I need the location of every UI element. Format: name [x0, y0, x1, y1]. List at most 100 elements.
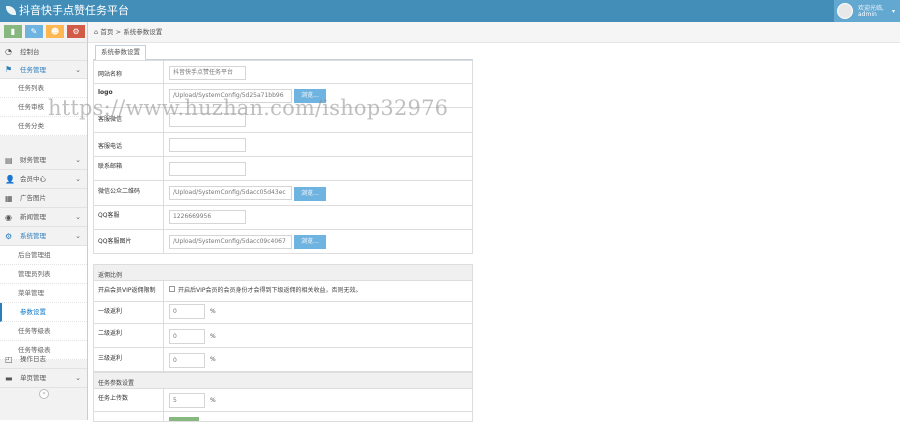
- home-icon: ⌂: [94, 28, 99, 36]
- phone-input[interactable]: [169, 138, 246, 152]
- sidebar-subitem-label: 任务列表: [18, 84, 44, 92]
- level3-input[interactable]: 0: [169, 353, 205, 368]
- sidebar-shortcuts: ▮ ✎ ☻ ⚙: [0, 22, 87, 43]
- sidebar: ▮ ✎ ☻ ⚙ ◔ 控制台 ⚑ 任务管理 ⌄ 任务列表 任务审核 任务分类 ▤ …: [0, 22, 88, 420]
- level1-input[interactable]: 0: [169, 304, 205, 319]
- sidebar-item-pages[interactable]: ▬ 单页管理 ⌄: [0, 369, 87, 388]
- picture-icon: ▦: [5, 194, 13, 203]
- sidebar-subitem-label: 菜单管理: [18, 289, 44, 297]
- row-next: [93, 412, 473, 422]
- sidebar-subitem-admin-groups[interactable]: 后台管理组: [0, 246, 87, 265]
- qq-image-path-input[interactable]: /Upload/SystemConfig/5dacc09c4067: [169, 235, 292, 249]
- sidebar-subitem-menus[interactable]: 菜单管理: [0, 284, 87, 303]
- level2-label: 二级返利: [98, 330, 123, 337]
- section-task-settings: 任务参数设置: [93, 372, 473, 389]
- dashboard-icon: ◔: [5, 47, 12, 56]
- row-task-limit: 任务上传数 5 %: [93, 389, 473, 412]
- chevron-down-icon: ⌄: [75, 232, 81, 240]
- sidebar-subitem-label: 任务等级表: [18, 327, 51, 335]
- level2-unit: %: [210, 333, 216, 340]
- sidebar-item-label: 操作日志: [20, 355, 46, 363]
- chevron-down-icon: ⌄: [75, 156, 81, 164]
- sidebar-item-system[interactable]: ⚙ 系统管理 ⌄: [0, 227, 87, 246]
- breadcrumb: ⌂ 首页 > 系统参数设置: [88, 22, 900, 43]
- sidebar-item-finance[interactable]: ▤ 财务管理 ⌄: [0, 151, 87, 170]
- cogs-icon: ⚙: [5, 232, 13, 241]
- sidebar-item-banners[interactable]: ▦ 广告图片: [0, 189, 87, 208]
- tab-system-settings[interactable]: 系统参数设置: [95, 45, 146, 61]
- task-limit-unit: %: [210, 397, 216, 404]
- chart-icon[interactable]: ▮: [4, 25, 22, 38]
- sidebar-item-label: 广告图片: [20, 194, 46, 202]
- vip-rebate-checkbox[interactable]: [169, 286, 175, 292]
- cog-icon[interactable]: ⚙: [67, 25, 85, 38]
- qq-input[interactable]: 1226669956: [169, 210, 246, 224]
- level2-input[interactable]: 0: [169, 329, 205, 344]
- watermark: https://www.huzhan.com/ishop32976: [48, 96, 449, 120]
- level1-label: 一级返利: [98, 308, 123, 315]
- row-level2: 二级返利 0 %: [93, 324, 473, 348]
- pencil-icon[interactable]: ✎: [25, 25, 43, 38]
- top-navbar: 抖音快手点赞任务平台 欢迎光临, admin ▾: [0, 0, 900, 22]
- user-icon: 👤: [5, 175, 15, 184]
- users-icon[interactable]: ☻: [46, 25, 64, 38]
- app-title: 抖音快手点赞任务平台: [19, 4, 129, 17]
- task-limit-input[interactable]: 5: [169, 393, 205, 408]
- task-limit-label: 任务上传数: [98, 395, 129, 402]
- row-wechat-qr: 微信公众二维码 /Upload/SystemConfig/5dacc05d43e…: [93, 181, 473, 206]
- wechat-qr-label: 微信公众二维码: [98, 188, 141, 195]
- tab-bar: 系统参数设置: [93, 43, 473, 61]
- chevron-down-icon: ⌄: [75, 66, 81, 74]
- user-menu[interactable]: 欢迎光临, admin ▾: [834, 0, 900, 22]
- sidebar-item-news[interactable]: ◉ 新闻管理 ⌄: [0, 208, 87, 227]
- bookmark-icon: ◰: [5, 355, 13, 364]
- sidebar-item-dashboard[interactable]: ◔ 控制台: [0, 43, 87, 61]
- sidebar-collapse-button[interactable]: «: [39, 389, 49, 399]
- email-label: 联系邮箱: [98, 163, 123, 170]
- level3-label: 三级返利: [98, 355, 123, 362]
- sidebar-item-logs[interactable]: ◰ 操作日志: [0, 350, 87, 369]
- email-input[interactable]: [169, 162, 246, 176]
- sidebar-item-label: 任务管理: [20, 66, 46, 74]
- sidebar-item-label: 财务管理: [20, 156, 46, 164]
- sidebar-subitem-label: 参数设置: [20, 308, 46, 316]
- sidebar-item-label: 系统管理: [20, 232, 46, 240]
- level3-unit: %: [210, 356, 216, 363]
- phone-label: 客服电话: [98, 143, 123, 150]
- sidebar-subitem-label: 任务审核: [18, 103, 44, 111]
- finance-icon: ▤: [5, 156, 13, 165]
- section-rebate: 返佣比例: [93, 264, 473, 281]
- row-qq-image: QQ客服图片 /Upload/SystemConfig/5dacc09c4067…: [93, 230, 473, 254]
- sidebar-item-members[interactable]: 👤 会员中心 ⌄: [0, 170, 87, 189]
- sidebar-item-label: 单页管理: [20, 374, 46, 382]
- book-icon: ▬: [5, 374, 13, 383]
- qq-label: QQ客服: [98, 212, 120, 219]
- sidebar-subitem-settings[interactable]: 参数设置: [0, 303, 87, 322]
- sidebar-item-tasks[interactable]: ⚑ 任务管理 ⌄: [0, 61, 87, 79]
- sidebar-item-label: 控制台: [20, 48, 40, 56]
- row-level1: 一级返利 0 %: [93, 302, 473, 324]
- breadcrumb-home-link[interactable]: 首页: [100, 28, 113, 36]
- sidebar-subitem-label: 管理员列表: [18, 270, 51, 278]
- user-name: admin: [858, 11, 877, 18]
- row-phone: 客服电话: [93, 133, 473, 157]
- site-name-input[interactable]: 抖音快手点赞任务平台: [169, 66, 246, 80]
- sidebar-subitem-label: 任务分类: [18, 122, 44, 130]
- breadcrumb-current: 系统参数设置: [123, 28, 163, 36]
- chevron-down-icon: ⌄: [75, 374, 81, 382]
- sidebar-subitem-admins[interactable]: 管理员列表: [0, 265, 87, 284]
- row-site-name: 网站名称 抖音快手点赞任务平台: [93, 60, 473, 84]
- sidebar-subitem-task-levels[interactable]: 任务等级表: [0, 322, 87, 341]
- logo-label: logo: [98, 89, 113, 96]
- qq-image-browse-button[interactable]: 浏览...: [294, 235, 326, 249]
- wechat-qr-browse-button[interactable]: 浏览...: [294, 187, 326, 201]
- avatar: [837, 3, 853, 19]
- qq-image-label: QQ客服图片: [98, 238, 132, 245]
- app-brand[interactable]: 抖音快手点赞任务平台: [6, 3, 129, 19]
- site-name-label: 网站名称: [98, 71, 123, 78]
- section-task-title: 任务参数设置: [98, 380, 135, 387]
- row-vip-rebate: 开启会员VIP返佣限制 开启后VIP会员的会员身份才会得到下级返佣的相关收益，否…: [93, 281, 473, 302]
- chevron-down-icon: ⌄: [75, 175, 81, 183]
- next-button-partial[interactable]: [169, 417, 199, 421]
- wechat-qr-path-input[interactable]: /Upload/SystemConfig/5dacc05d43ec: [169, 186, 292, 200]
